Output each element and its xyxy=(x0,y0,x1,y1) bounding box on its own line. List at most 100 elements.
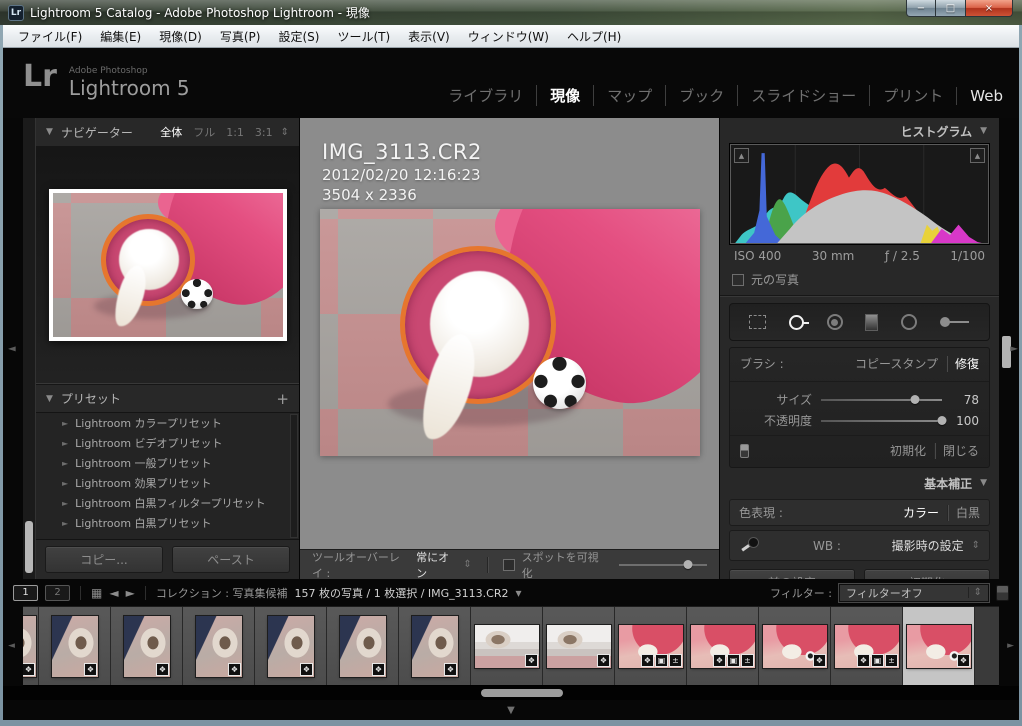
thumbnail-image[interactable]: ❖▣± xyxy=(835,625,899,668)
filmstrip-thumbnail[interactable]: ❖ xyxy=(183,607,255,685)
collapse-left-panel-icon[interactable]: ◄ xyxy=(8,343,16,354)
module-tab[interactable]: Web xyxy=(956,87,1003,105)
thumbnail-image[interactable]: ❖ xyxy=(52,616,98,677)
preset-group-item[interactable]: Lightroom 効果プリセット xyxy=(36,473,299,493)
grid-view-icon[interactable]: ▦ xyxy=(91,586,102,600)
go-back-icon[interactable]: ◄ xyxy=(109,586,118,600)
filmstrip-thumbnail[interactable]: ❖ xyxy=(543,607,615,685)
histogram[interactable]: ▲ ▲ xyxy=(730,144,989,244)
filmstrip-thumbnail[interactable]: ❖ xyxy=(23,607,39,685)
heal-option[interactable]: 修復 xyxy=(955,355,979,372)
highlight-clipping-icon[interactable]: ▲ xyxy=(970,148,985,163)
reset-button[interactable]: 初期化 xyxy=(864,569,990,579)
disclosure-triangle-icon[interactable]: ▼ xyxy=(980,126,987,136)
second-window-button[interactable]: 2 xyxy=(45,585,70,601)
collection-label[interactable]: コレクション : 写真集候補 xyxy=(156,585,288,601)
filmstrip-scrollbar-thumb[interactable] xyxy=(481,689,563,697)
thumbnail-image[interactable]: ❖ xyxy=(763,625,827,668)
thumbnail-image[interactable]: ❖ xyxy=(268,616,314,677)
slider-thumb[interactable] xyxy=(683,560,692,569)
thumbnail-image[interactable]: ❖ xyxy=(340,616,386,677)
filmstrip-thumbnail[interactable]: ❖ xyxy=(399,607,471,685)
thumbnail-image[interactable]: ❖▣± xyxy=(619,625,683,668)
basic-panel-header[interactable]: 基本補正 ▼ xyxy=(720,470,999,496)
selection-status[interactable]: 157 枚の写真 / 1 枚選択 / IMG_3113.CR2 xyxy=(295,585,509,601)
module-tab[interactable]: 現像 xyxy=(536,85,593,106)
opacity-value[interactable]: 100 xyxy=(951,414,979,428)
opacity-slider[interactable] xyxy=(821,420,942,422)
clone-option[interactable]: コピースタンプ xyxy=(855,355,938,372)
presets-header[interactable]: ▼ プリセット + xyxy=(36,384,299,412)
go-forward-icon[interactable]: ► xyxy=(126,586,135,600)
menu-item[interactable]: 編集(E) xyxy=(91,25,150,48)
preset-group-item[interactable]: Lightroom 一般プリセット xyxy=(36,453,299,473)
adjustment-brush-tool-icon[interactable] xyxy=(940,314,970,330)
visualize-spots-slider[interactable] xyxy=(619,564,707,566)
disclosure-triangle-icon[interactable]: ▼ xyxy=(980,478,987,488)
menu-item[interactable]: ファイル(F) xyxy=(9,25,91,48)
tool-overlay-stepper-icon[interactable]: ⇕ xyxy=(463,559,471,570)
left-panel-scrollbar[interactable] xyxy=(23,118,36,579)
menu-item[interactable]: ウィンドウ(W) xyxy=(459,25,558,48)
zoom-option[interactable]: 全体 xyxy=(160,124,182,140)
menu-item[interactable]: ツール(T) xyxy=(328,25,399,48)
paste-button[interactable]: ペースト xyxy=(172,546,290,573)
thumbnail-image[interactable]: ❖ xyxy=(475,625,539,668)
zoom-option[interactable]: 1:1 xyxy=(226,126,244,139)
histogram-header[interactable]: ヒストグラム ▼ xyxy=(720,118,999,144)
module-tab[interactable]: プリント xyxy=(869,85,956,106)
source-dropdown-icon[interactable]: ▾ xyxy=(515,586,521,600)
color-option[interactable]: カラー xyxy=(903,504,939,521)
white-balance-dropper-icon[interactable] xyxy=(739,536,761,556)
menu-item[interactable]: 表示(V) xyxy=(399,25,459,48)
filmstrip-thumbnail[interactable]: ❖ xyxy=(111,607,183,685)
filmstrip-thumbnail[interactable]: ❖▣± xyxy=(615,607,687,685)
menu-item[interactable]: 現像(D) xyxy=(150,25,211,48)
thumbnail-image[interactable]: ❖ xyxy=(547,625,611,668)
disclosure-triangle-icon[interactable]: ▼ xyxy=(46,127,53,137)
crop-tool-icon[interactable] xyxy=(749,315,766,329)
filmstrip-thumbnail[interactable]: ❖ xyxy=(471,607,543,685)
preset-group-item[interactable]: Lightroom ビデオプリセット xyxy=(36,433,299,453)
thumbnail-image[interactable]: ❖ xyxy=(907,625,971,668)
title-bar[interactable]: Lr Lightroom 5 Catalog - Adobe Photoshop… xyxy=(0,0,1022,25)
module-tab[interactable]: スライドショー xyxy=(737,85,869,106)
thumbnail-image[interactable]: ❖ xyxy=(23,616,36,677)
maximize-button[interactable]: □ xyxy=(936,0,966,17)
navigator-preview[interactable] xyxy=(36,146,299,384)
minimize-button[interactable]: − xyxy=(906,0,936,17)
shadow-clipping-icon[interactable]: ▲ xyxy=(734,148,749,163)
size-slider[interactable] xyxy=(821,399,942,401)
filmstrip-thumbnail[interactable]: ❖ xyxy=(903,607,975,685)
main-window-button[interactable]: 1 xyxy=(13,585,38,601)
preset-list-scrollbar[interactable] xyxy=(290,414,298,538)
wb-value[interactable]: 撮影時の設定 xyxy=(892,537,964,554)
tool-overlay-value[interactable]: 常にオン xyxy=(416,549,456,581)
tool-close-button[interactable]: 閉じる xyxy=(943,442,979,459)
slider-thumb[interactable] xyxy=(938,416,947,425)
red-eye-tool-icon[interactable] xyxy=(827,314,843,330)
filmstrip-scroll-right-icon[interactable]: ► xyxy=(1007,641,1014,651)
zoom-option[interactable]: フル xyxy=(193,124,215,140)
thumbnail-image[interactable]: ❖ xyxy=(412,616,458,677)
filmstrip-thumbnail[interactable]: ❖▣± xyxy=(687,607,759,685)
preset-group-item[interactable]: Lightroom カラープリセット xyxy=(36,413,299,433)
zoom-stepper-icon[interactable]: ⇕ xyxy=(281,127,289,138)
disclosure-triangle-icon[interactable]: ▼ xyxy=(46,394,53,404)
thumbnail-image[interactable]: ❖▣± xyxy=(691,625,755,668)
filter-toggle-switch[interactable] xyxy=(996,585,1009,601)
collapse-filmstrip-icon[interactable]: ▼ xyxy=(507,705,515,716)
radial-filter-tool-icon[interactable] xyxy=(901,314,917,330)
left-scrollbar-thumb[interactable] xyxy=(25,521,33,573)
filmstrip-scrollbar[interactable] xyxy=(3,686,1019,700)
spot-removal-tool-icon[interactable] xyxy=(789,315,804,330)
copy-button[interactable]: コピー... xyxy=(45,546,163,573)
filmstrip-thumbnail[interactable]: ❖ xyxy=(255,607,327,685)
main-photo[interactable] xyxy=(320,209,700,456)
menu-item[interactable]: ヘルプ(H) xyxy=(558,25,630,48)
size-value[interactable]: 78 xyxy=(951,393,979,407)
module-tab[interactable]: マップ xyxy=(593,85,665,106)
thumbnail-image[interactable]: ❖ xyxy=(196,616,242,677)
original-photo-checkbox[interactable] xyxy=(732,274,744,286)
previous-settings-button[interactable]: 前の設定 xyxy=(729,569,855,579)
